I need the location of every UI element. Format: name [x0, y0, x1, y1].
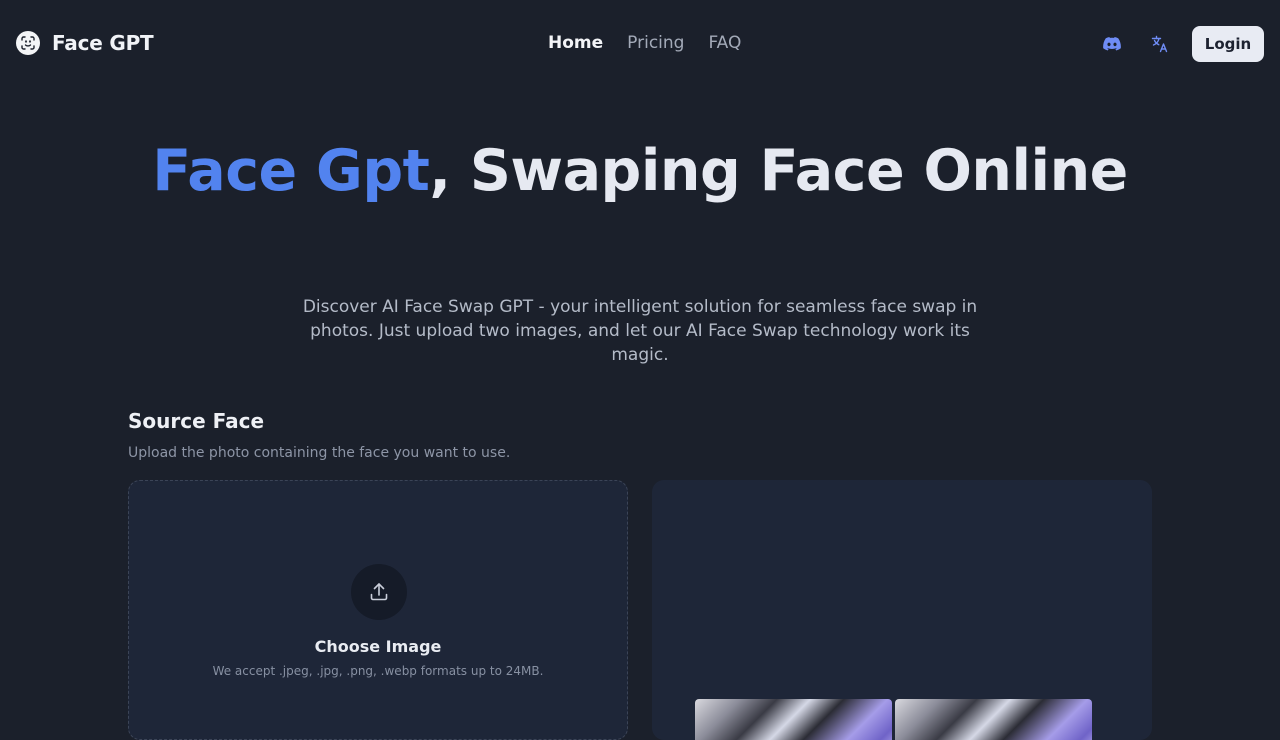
main-nav: Home Pricing FAQ	[548, 33, 741, 53]
nav-actions: Login	[1094, 26, 1264, 62]
source-face-subtitle: Upload the photo containing the face you…	[128, 445, 511, 461]
accepted-formats-hint: We accept .jpeg, .jpg, .png, .webp forma…	[212, 664, 544, 678]
example-preview-panel	[652, 480, 1152, 740]
top-nav: Face GPT Home Pricing FAQ Login	[0, 0, 1280, 88]
brand-name: Face GPT	[52, 31, 154, 55]
source-upload-dropzone[interactable]: Choose Image We accept .jpeg, .jpg, .png…	[128, 480, 628, 740]
nav-link-home[interactable]: Home	[548, 33, 603, 53]
hero-title-accent: Face Gpt	[152, 138, 430, 204]
translate-icon[interactable]	[1142, 26, 1178, 62]
upload-icon	[351, 564, 407, 620]
face-scan-icon	[16, 31, 40, 55]
nav-link-pricing[interactable]: Pricing	[627, 33, 684, 53]
discord-icon[interactable]	[1094, 26, 1130, 62]
login-button[interactable]: Login	[1192, 26, 1264, 62]
brand[interactable]: Face GPT	[16, 31, 154, 55]
nav-link-faq[interactable]: FAQ	[708, 33, 741, 53]
hero-title-rest: , Swaping Face Online	[429, 138, 1128, 204]
choose-image-label: Choose Image	[314, 637, 442, 656]
hero-description: Discover AI Face Swap GPT - your intelli…	[302, 297, 978, 365]
source-face-title: Source Face	[128, 409, 265, 433]
hero-title: Face Gpt, Swaping Face Online	[0, 140, 1280, 202]
